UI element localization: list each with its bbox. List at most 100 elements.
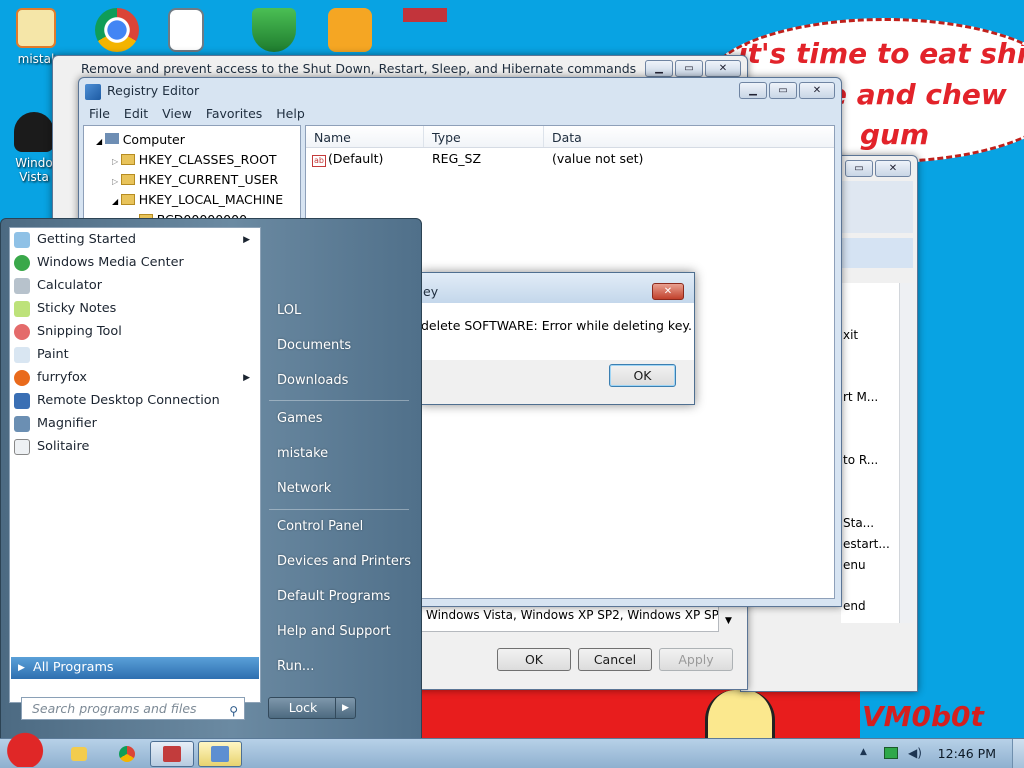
start-item-default-programs[interactable]: Default Programs (277, 589, 390, 604)
close-button[interactable]: ✕ (705, 60, 741, 77)
logo-icon[interactable] (403, 8, 447, 52)
collapse-arrow-icon[interactable]: ◢ (112, 197, 121, 206)
program-snipping-tool[interactable]: Snipping Tool (10, 320, 260, 343)
maximize-button[interactable]: ▭ (769, 82, 797, 99)
program-remote-desktop[interactable]: Remote Desktop Connection (10, 389, 260, 412)
programs-list: Getting Started ▶ Windows Media Center Ca… (9, 227, 261, 703)
expand-arrow-icon[interactable]: ▷ (112, 177, 121, 186)
list-item[interactable]: to R... (843, 453, 878, 467)
program-calculator[interactable]: Calculator (10, 274, 260, 297)
list-item[interactable]: estart... (843, 537, 890, 551)
desktop-icon-label: Windo Vista (15, 156, 53, 184)
start-item-devices-printers[interactable]: Devices and Printers (277, 554, 411, 569)
start-orb-angry-bird-icon[interactable] (2, 731, 44, 767)
start-item-help-support[interactable]: Help and Support (277, 624, 391, 639)
program-furryfox[interactable]: furryfox ▶ (10, 366, 260, 389)
program-label: Sticky Notes (37, 301, 117, 316)
column-data[interactable]: Data (544, 126, 834, 147)
table-row[interactable]: ab (Default) REG_SZ (value not set) (306, 148, 834, 170)
program-media-center[interactable]: Windows Media Center (10, 251, 260, 274)
regedit-icon[interactable] (150, 741, 194, 767)
dialog-body: delete SOFTWARE: Error while deleting ke… (421, 303, 694, 360)
system-clock[interactable]: 12:46 PM (938, 746, 996, 761)
shield-check-icon[interactable] (252, 8, 296, 52)
show-desktop-button[interactable] (1012, 739, 1024, 768)
column-name[interactable]: Name (306, 126, 424, 147)
network-icon[interactable] (884, 747, 898, 759)
start-item-run[interactable]: Run... (277, 659, 314, 674)
menu-favorites[interactable]: Favorites (206, 106, 262, 121)
tree-item-hkcr[interactable]: ▷ HKEY_CLASSES_ROOT (96, 150, 300, 170)
paint-icon[interactable] (198, 741, 242, 767)
value-name-cell: ab (Default) (306, 148, 424, 170)
volume-icon[interactable]: ◀) (908, 746, 922, 760)
all-programs-button[interactable]: ▶ All Programs (11, 657, 259, 679)
expand-arrow-icon[interactable]: ▷ (112, 157, 121, 166)
program-solitaire[interactable]: Solitaire (10, 435, 260, 458)
tree-label: HKEY_CURRENT_USER (138, 172, 279, 187)
maximize-button[interactable]: ▭ (845, 160, 873, 177)
value-name: (Default) (328, 151, 384, 166)
show-hidden-icons-icon[interactable]: ▲ (860, 747, 867, 757)
minimize-button[interactable]: ▁ (739, 82, 767, 99)
column-type[interactable]: Type (424, 126, 544, 147)
tree-item-computer[interactable]: ◢ Computer (96, 130, 300, 150)
close-button[interactable]: ✕ (799, 82, 835, 99)
start-item-mistake[interactable]: mistake (277, 446, 328, 461)
menu-view[interactable]: View (162, 106, 192, 121)
list-item[interactable]: Sta... (843, 516, 874, 530)
tree-item-hklm[interactable]: ◢ HKEY_LOCAL_MACHINE (96, 190, 300, 210)
error-dialog[interactable]: ey ✕ delete SOFTWARE: Error while deleti… (420, 272, 695, 405)
start-item-documents[interactable]: Documents (277, 338, 351, 353)
program-paint[interactable]: Paint (10, 343, 260, 366)
program-magnifier[interactable]: Magnifier (10, 412, 260, 435)
chrome-icon[interactable] (108, 741, 146, 767)
apply-button[interactable]: Apply (659, 648, 733, 671)
expand-arrow-icon[interactable]: ◢ (96, 137, 105, 146)
explorer-icon[interactable] (60, 741, 98, 767)
program-getting-started[interactable]: Getting Started ▶ (10, 228, 260, 251)
window-title: Registry Editor (107, 83, 200, 98)
program-sticky-notes[interactable]: Sticky Notes (10, 297, 260, 320)
program-label: Magnifier (37, 416, 97, 431)
start-item-downloads[interactable]: Downloads (277, 373, 348, 388)
divider (269, 509, 409, 510)
list-item[interactable]: end (843, 599, 866, 613)
maximize-button[interactable]: ▭ (675, 60, 703, 77)
menu-edit[interactable]: Edit (124, 106, 148, 121)
solitaire-icon[interactable] (168, 8, 204, 52)
list-item[interactable]: enu (843, 558, 866, 572)
angry-birds-pig-icon[interactable] (328, 8, 372, 52)
scroll-arrow-down-icon[interactable]: ▼ (725, 616, 732, 626)
scrollbar[interactable] (899, 283, 913, 623)
menu-help[interactable]: Help (276, 106, 305, 121)
regedit-icon (85, 84, 101, 100)
program-label: Windows Media Center (37, 255, 184, 270)
tree-item-hkcu[interactable]: ▷ HKEY_CURRENT_USER (96, 170, 300, 190)
start-item-network[interactable]: Network (277, 481, 331, 496)
list-item[interactable]: xit (843, 328, 858, 342)
menu-file[interactable]: File (89, 106, 110, 121)
start-item-games[interactable]: Games (277, 411, 322, 426)
minimize-button[interactable]: ▁ (645, 60, 673, 77)
lock-button[interactable]: Lock ▶ (268, 697, 356, 719)
arrow-right-icon[interactable]: ▶ (335, 698, 355, 718)
list-item[interactable]: rt M... (843, 390, 878, 404)
close-button[interactable]: ✕ (875, 160, 911, 177)
magnifier-icon (14, 415, 30, 432)
policy-list[interactable]: xit rt M... to R... Sta... estart... enu… (841, 283, 899, 623)
ok-button[interactable]: OK (497, 648, 571, 671)
wallpaper-red-area (420, 690, 860, 740)
ok-button[interactable]: OK (609, 364, 676, 387)
cancel-button[interactable]: Cancel (578, 648, 652, 671)
start-item-lol[interactable]: LOL (277, 303, 301, 318)
close-button[interactable]: ✕ (652, 283, 684, 300)
search-input[interactable]: Search programs and files ⚲ (21, 697, 245, 720)
getting-started-icon (14, 231, 30, 248)
sticky-notes-icon (14, 300, 30, 317)
program-label: Paint (37, 347, 69, 362)
chrome-icon[interactable] (95, 8, 139, 52)
start-item-control-panel[interactable]: Control Panel (277, 519, 363, 534)
start-menu[interactable]: Getting Started ▶ Windows Media Center Ca… (0, 218, 422, 740)
search-icon[interactable]: ⚲ (229, 701, 238, 722)
